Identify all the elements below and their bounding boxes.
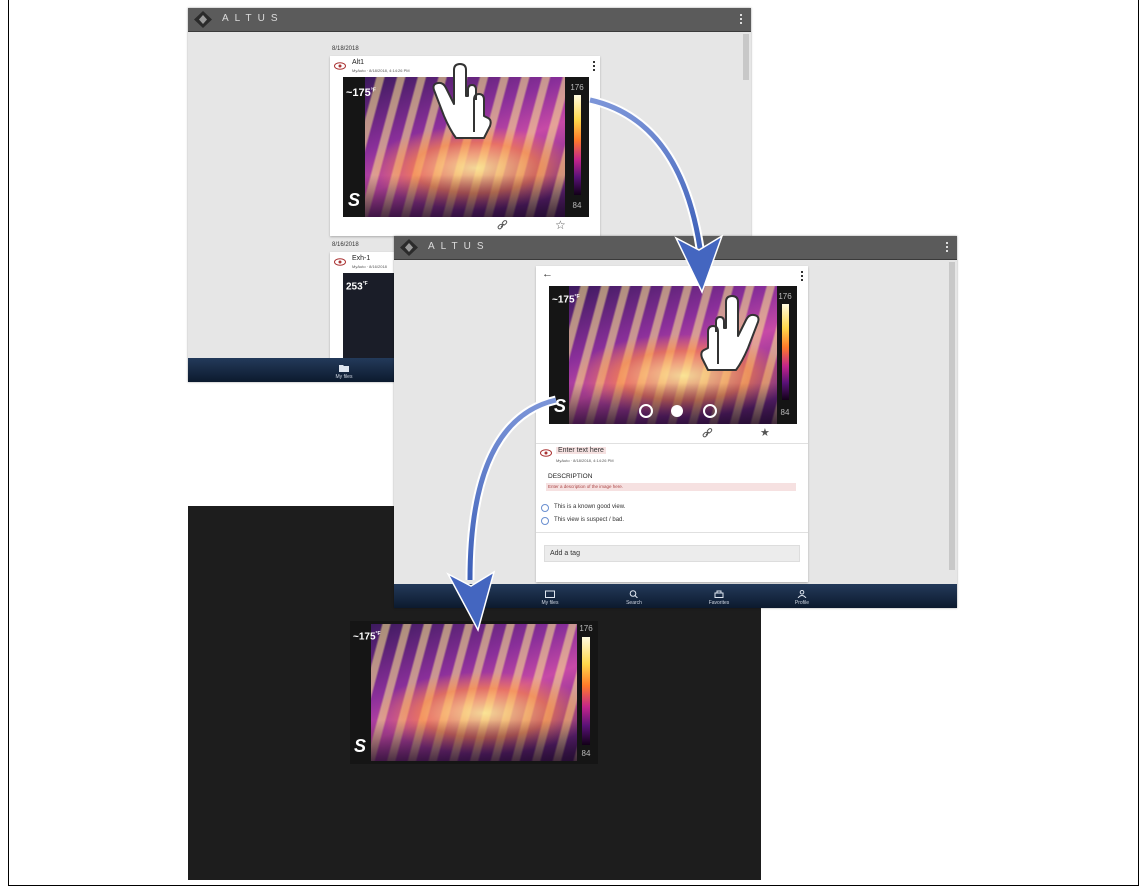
radio-good[interactable]: [541, 504, 549, 512]
scale-max: 176: [570, 83, 584, 92]
card-title: Exh-1: [352, 255, 371, 262]
favorites-icon: [714, 590, 724, 598]
nav-my-files[interactable]: My files: [324, 364, 364, 380]
temperature-readout: 253°F: [346, 281, 368, 293]
description-label: DESCRIPTION: [548, 473, 593, 480]
page-dot[interactable]: [703, 404, 717, 418]
radio-bad-label: This view is suspect / bad.: [554, 517, 625, 523]
card-thermal[interactable]: 253°F: [343, 273, 396, 362]
detail-card: ← ~175°F 176 84 S ★ Enter text here MyAu…: [536, 266, 808, 582]
temperature-readout: ~175°F: [346, 87, 376, 99]
color-scale: [582, 637, 590, 745]
page-dot-active[interactable]: [671, 405, 683, 417]
tag-placeholder: Add a tag: [550, 550, 580, 557]
scale-max: 176: [778, 292, 792, 301]
altus-logo-icon: [194, 11, 212, 28]
link-icon[interactable]: [702, 428, 713, 439]
radio-bad[interactable]: [541, 517, 549, 525]
app-bar: ALTUS: [394, 236, 957, 260]
card-menu-icon[interactable]: [801, 271, 804, 282]
temperature-readout: ~175°F: [353, 631, 381, 643]
color-scale: [574, 95, 581, 195]
thermal-image: [371, 624, 577, 761]
bottom-nav: My files Search Favorites Profile: [394, 584, 957, 608]
folder-icon: [339, 365, 349, 372]
nav-label: My files: [541, 600, 559, 606]
pointing-hand-icon: [432, 63, 492, 139]
snapon-logo: S: [354, 736, 367, 756]
altus-logo-icon: [400, 239, 418, 256]
scale-min: 84: [780, 408, 790, 417]
scrollbar[interactable]: [949, 262, 955, 570]
scale-min: 84: [581, 749, 591, 758]
title-input[interactable]: Enter text here: [556, 447, 606, 454]
favorite-star-icon[interactable]: ☆: [555, 218, 566, 232]
back-arrow-icon[interactable]: ←: [542, 268, 553, 280]
pointing-hand-icon: [700, 295, 760, 371]
nav-label: Profile: [794, 600, 810, 606]
card-menu-icon[interactable]: [593, 61, 596, 72]
scale-min: 84: [572, 201, 582, 210]
overflow-menu-icon[interactable]: [740, 14, 743, 25]
link-icon[interactable]: [497, 220, 508, 231]
color-scale: [782, 304, 789, 400]
card-meta: MyAuto · 8/18/2018, 4:14:26 PM: [352, 68, 410, 73]
nav-my-files[interactable]: My files: [530, 590, 570, 606]
snapon-logo: S: [554, 396, 567, 416]
nav-label: Search: [626, 600, 642, 606]
divider: [536, 532, 808, 533]
favorite-star-icon[interactable]: ★: [760, 426, 770, 439]
snapon-logo: S: [348, 190, 361, 210]
nav-favorites[interactable]: Favorites: [699, 590, 739, 606]
temperature-readout: ~175°F: [552, 294, 580, 306]
eye-icon: [540, 449, 552, 457]
scale-max: 176: [579, 624, 593, 633]
scrollbar[interactable]: [743, 34, 749, 80]
divider: [536, 443, 808, 444]
card-title: Alt1: [352, 59, 365, 66]
app-bar: ALTUS: [188, 8, 751, 32]
folder-icon: [545, 590, 555, 598]
profile-icon: [797, 590, 807, 598]
nav-search[interactable]: Search: [614, 590, 654, 606]
nav-profile[interactable]: Profile: [782, 590, 822, 606]
app-brand: ALTUS: [222, 13, 284, 24]
card-meta: MyAuto · 8/16/2018: [352, 264, 387, 269]
tag-input[interactable]: Add a tag: [544, 545, 800, 562]
app-brand: ALTUS: [428, 241, 490, 252]
page-dot[interactable]: [639, 404, 653, 418]
overflow-menu-icon[interactable]: [946, 242, 949, 253]
search-icon: [629, 590, 638, 598]
description-input[interactable]: Enter a description of the image here.: [546, 483, 796, 491]
eye-icon: [334, 62, 346, 70]
nav-label: Favorites: [708, 600, 730, 606]
date-header: 8/18/2018: [332, 46, 359, 52]
page-indicator[interactable]: [639, 404, 719, 418]
image-card[interactable]: Exh-1 MyAuto · 8/16/2018 253°F: [330, 252, 396, 362]
date-header: 8/16/2018: [332, 242, 359, 248]
item-meta: MyAuto · 8/18/2018, 4:14:26 PM: [556, 458, 614, 463]
radio-good-label: This is a known good view.: [554, 504, 626, 510]
nav-label: My files: [335, 374, 353, 380]
detail-window: ALTUS ← ~175°F 176 84 S ★ Enter text her…: [394, 236, 957, 608]
eye-icon: [334, 258, 346, 266]
fullscreen-thermal[interactable]: ~175°F 176 84 S: [350, 621, 598, 764]
